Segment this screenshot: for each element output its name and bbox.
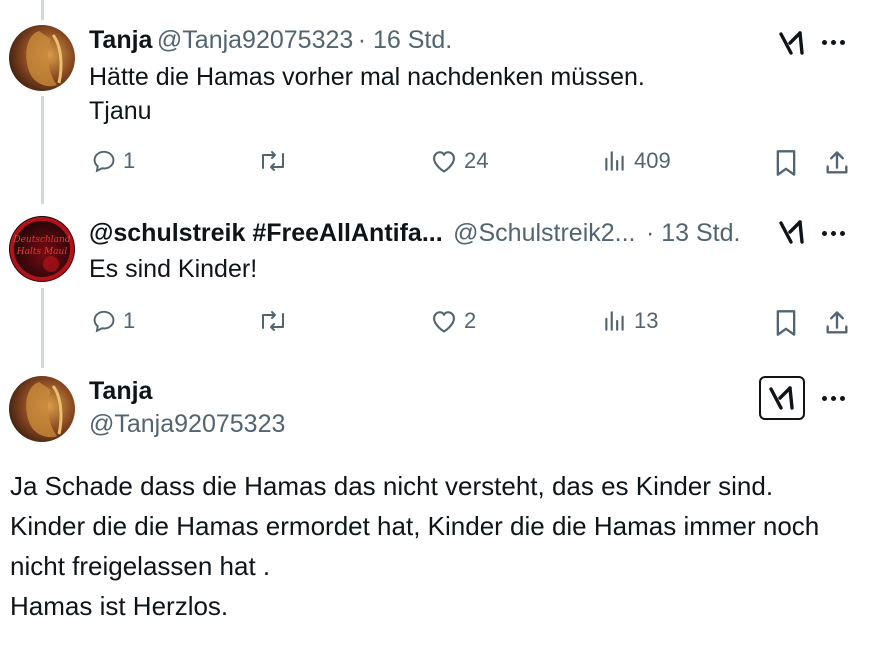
views-count: 13 — [634, 308, 659, 333]
svg-text:Halts Maul: Halts Maul — [16, 247, 68, 257]
retweet-icon — [262, 151, 284, 171]
thread-line-top — [41, 0, 44, 20]
like-count: 24 — [464, 148, 489, 173]
retweet-button[interactable] — [258, 308, 288, 334]
display-name[interactable]: @schulstreik #FreeAllAntifa... — [89, 219, 443, 247]
tweet-text-line: Kinder die die Hamas ermordet hat, Kinde… — [10, 511, 820, 581]
like-icon — [433, 151, 455, 173]
timestamp[interactable]: · 13 Std. — [646, 219, 741, 247]
tweet-text-line: Hamas ist Herzlos. — [10, 591, 229, 621]
views-button[interactable]: 409 — [602, 148, 671, 174]
handle[interactable]: @Tanja92075323 — [89, 410, 285, 439]
share-icon[interactable] — [822, 308, 852, 338]
thread-line-1 — [41, 96, 44, 204]
more-icon[interactable] — [822, 40, 845, 45]
thread-line-2 — [41, 288, 44, 368]
tweet-text-line: Ja Schade dass die Hamas das nicht verst… — [10, 471, 774, 501]
avatar-image: Deutschland Halts Maul — [10, 217, 74, 281]
retweet-icon — [262, 311, 284, 331]
timestamp[interactable]: · 16 Std. — [358, 26, 453, 54]
avatar-image — [26, 382, 63, 438]
tweet-text: Es sind Kinder! — [89, 255, 258, 283]
share-icon[interactable] — [822, 148, 852, 178]
tweet-text-line: Hätte die Hamas vorher mal nachdenken mü… — [89, 63, 645, 91]
handle[interactable]: @Schulstreik2... — [453, 219, 635, 247]
reply-button[interactable]: 1 — [91, 308, 135, 334]
handle[interactable]: @Tanja92075323 — [157, 26, 353, 54]
avatar-image — [26, 31, 63, 87]
reply-icon — [93, 150, 115, 173]
avatar[interactable] — [9, 25, 75, 91]
views-icon — [605, 151, 624, 171]
views-icon — [605, 311, 624, 331]
tweet-text: Hätte die Hamas vorher mal nachdenken mü… — [89, 60, 789, 128]
views-count: 409 — [634, 148, 671, 173]
like-count: 2 — [464, 308, 477, 333]
bookmark-icon[interactable] — [772, 148, 800, 178]
bookmark-icon[interactable] — [772, 308, 800, 338]
grok-icon[interactable] — [777, 28, 807, 58]
tweet-text: Ja Schade dass die Hamas das nicht verst… — [10, 466, 855, 626]
more-icon[interactable] — [822, 231, 845, 236]
more-icon[interactable] — [822, 396, 845, 401]
grok-icon[interactable] — [759, 376, 805, 420]
reply-icon — [93, 310, 115, 333]
svg-text:Deutschland: Deutschland — [12, 235, 70, 245]
like-icon — [433, 311, 455, 333]
display-name[interactable]: Tanja — [89, 377, 152, 406]
display-name[interactable]: Tanja — [89, 26, 152, 54]
reply-button[interactable]: 1 — [91, 148, 135, 174]
retweet-button[interactable] — [258, 148, 288, 174]
tweet-header: @schulstreik #FreeAllAntifa... @Schulstr… — [89, 219, 740, 248]
like-button[interactable]: 24 — [430, 148, 488, 174]
avatar[interactable] — [9, 376, 75, 442]
reply-count: 1 — [123, 148, 136, 173]
like-button[interactable]: 2 — [430, 308, 476, 334]
tweet-text-line: Tjanu — [89, 97, 152, 125]
grok-icon[interactable] — [777, 217, 807, 247]
views-button[interactable]: 13 — [602, 308, 658, 334]
avatar[interactable]: Deutschland Halts Maul — [9, 216, 75, 282]
reply-count: 1 — [123, 308, 136, 333]
tweet-header: Tanja @Tanja92075323 · 16 Std. — [89, 26, 452, 55]
